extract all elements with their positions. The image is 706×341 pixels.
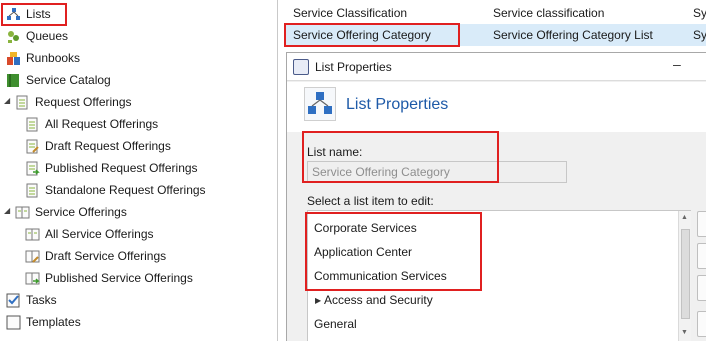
list-properties-icon [304, 87, 336, 121]
sidebar-item-label: Published Service Offerings [45, 271, 193, 285]
sidebar-item-label: Queues [26, 29, 69, 43]
sidebar-item-label: Published Request Offerings [45, 161, 198, 175]
minimize-button[interactable]: – [673, 56, 681, 72]
list-name-label: List name: [307, 145, 363, 159]
navigation-pane: Lists Queues Runbooks Service Catalog ◢ … [0, 0, 278, 341]
sidebar-item-label: Lists [26, 7, 51, 21]
sidebar-item-label: Draft Request Offerings [45, 139, 171, 153]
sidebar-item-runbooks[interactable]: Runbooks [6, 47, 80, 69]
sidebar-item-tasks[interactable]: Tasks [6, 289, 57, 311]
offering-icon [25, 227, 40, 242]
sidebar-item-label: Service Catalog [26, 73, 111, 87]
list-item[interactable]: Access and Security [324, 293, 433, 307]
sidebar-item-label: Request Offerings [35, 95, 132, 109]
dialog-header-title: List Properties [346, 96, 449, 113]
sidebar-item-queues[interactable]: Queues [6, 25, 68, 47]
expand-arrow-icon[interactable]: ▶ [315, 296, 321, 305]
scroll-up-icon[interactable]: ▲ [681, 214, 688, 221]
service-catalog-icon [6, 73, 21, 88]
cell-name: Service Offering Category [293, 28, 431, 42]
service-offerings-icon [15, 205, 30, 220]
dialog-titlebar[interactable]: List Properties – [287, 53, 706, 81]
side-button[interactable] [697, 243, 706, 269]
sidebar-item-templates[interactable]: Templates [6, 311, 81, 333]
sidebar-item-service-offerings[interactable]: Service Offerings [15, 201, 127, 223]
dialog-header: List Properties [287, 82, 706, 132]
select-item-label: Select a list item to edit: [307, 194, 434, 208]
sidebar-item-service-catalog[interactable]: Service Catalog [6, 69, 111, 91]
vertical-scrollbar[interactable]: ▲ ▼ [678, 211, 691, 341]
side-button[interactable] [697, 311, 706, 337]
sidebar-item-all-request-offerings[interactable]: All Request Offerings [25, 113, 158, 135]
draft-offering-icon [25, 249, 40, 264]
published-offering-icon [25, 271, 40, 286]
sidebar-item-draft-request-offerings[interactable]: Draft Request Offerings [25, 135, 171, 157]
list-properties-dialog: List Properties – List Properties List n… [286, 52, 706, 341]
sidebar-item-label: Service Offerings [35, 205, 127, 219]
document-icon [25, 117, 40, 132]
sidebar-item-label: Tasks [26, 293, 57, 307]
cell-display-name: Service classification [493, 6, 605, 20]
lists-icon [6, 7, 21, 22]
scroll-thumb[interactable] [681, 229, 690, 319]
sidebar-item-label: Standalone Request Offerings [45, 183, 206, 197]
sidebar-item-published-service-offerings[interactable]: Published Service Offerings [25, 267, 193, 289]
sidebar-item-label: Templates [26, 315, 81, 329]
sidebar-item-published-request-offerings[interactable]: Published Request Offerings [25, 157, 198, 179]
sidebar-item-lists[interactable]: Lists [6, 3, 51, 25]
side-button[interactable] [697, 211, 706, 237]
list-item[interactable]: Corporate Services [314, 221, 417, 235]
sidebar-item-label: All Service Offerings [45, 227, 154, 241]
document-icon [25, 183, 40, 198]
list-item[interactable]: Communication Services [314, 269, 447, 283]
sidebar-item-draft-service-offerings[interactable]: Draft Service Offerings [25, 245, 166, 267]
list-items-tree[interactable]: Corporate Services Application Center Co… [307, 210, 691, 341]
sidebar-item-all-service-offerings[interactable]: All Service Offerings [25, 223, 154, 245]
draft-document-icon [25, 139, 40, 154]
sidebar-item-label: Draft Service Offerings [45, 249, 167, 263]
sidebar-item-label: All Request Offerings [45, 117, 159, 131]
cell-type: Sys [693, 6, 706, 20]
list-item[interactable]: General [314, 317, 357, 331]
templates-icon [6, 315, 21, 330]
app-icon [293, 59, 309, 75]
table-row-selected[interactable]: Service Offering Category Service Offeri… [284, 24, 706, 46]
list-name-field[interactable]: Service Offering Category [307, 161, 567, 183]
collapse-arrow-icon[interactable]: ◢ [4, 96, 10, 105]
sidebar-item-label: Runbooks [26, 51, 81, 65]
tasks-icon [6, 293, 21, 308]
runbooks-icon [6, 51, 21, 66]
collapse-arrow-icon[interactable]: ◢ [4, 206, 10, 215]
side-button[interactable] [697, 275, 706, 301]
cell-name: Service Classification [293, 6, 408, 20]
published-document-icon [25, 161, 40, 176]
sidebar-item-standalone-request-offerings[interactable]: Standalone Request Offerings [25, 179, 206, 201]
request-offerings-icon [15, 95, 30, 110]
queues-icon [6, 29, 21, 44]
sidebar-item-request-offerings[interactable]: Request Offerings [15, 91, 132, 113]
table-row[interactable]: Service Classification Service classific… [284, 2, 706, 24]
dialog-title: List Properties [315, 60, 392, 74]
scroll-down-icon[interactable]: ▼ [681, 329, 688, 336]
list-item[interactable]: Application Center [314, 245, 412, 259]
cell-type: Sys [693, 28, 706, 42]
cell-display-name: Service Offering Category List [493, 28, 653, 42]
